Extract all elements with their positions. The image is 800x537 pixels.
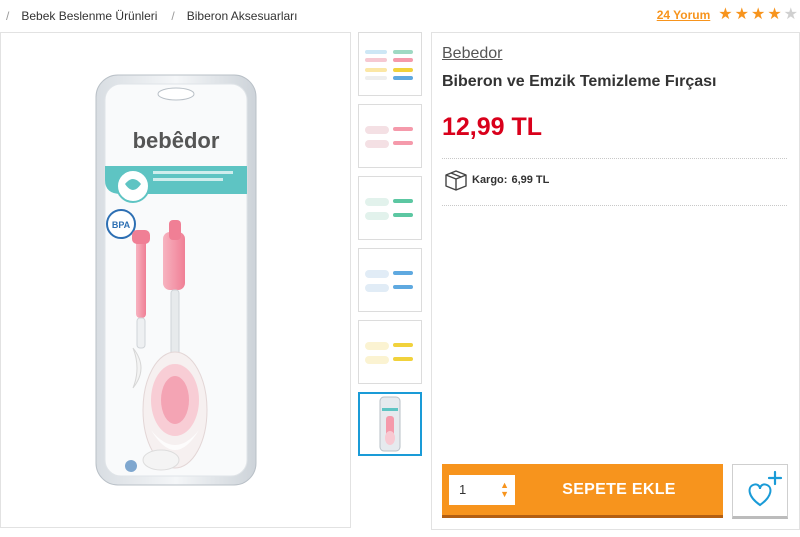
box-icon bbox=[445, 170, 467, 191]
heart-plus-icon bbox=[748, 470, 783, 507]
review-count-link[interactable]: 24 Yorum bbox=[657, 8, 711, 22]
star-icon: ★ bbox=[767, 6, 782, 23]
quantity-arrows: ▲ ▼ bbox=[500, 480, 509, 499]
star-icon: ★ bbox=[718, 6, 733, 23]
thumbnail-multi-color[interactable] bbox=[358, 32, 422, 96]
add-to-favorites-button[interactable] bbox=[732, 464, 788, 519]
thumbnail-pink[interactable] bbox=[358, 104, 422, 168]
thumbnail-yellow[interactable] bbox=[358, 320, 422, 384]
product-package-image: bebêdor BPA bbox=[95, 74, 256, 486]
thumbnail-blue[interactable] bbox=[358, 248, 422, 312]
breadcrumb-separator: / bbox=[171, 9, 175, 23]
breadcrumb: / Bebek Beslenme Ürünleri / Biberon Akse… bbox=[0, 0, 298, 32]
quantity-stepper: ▲ ▼ bbox=[449, 474, 515, 505]
breadcrumb-item-beslenme[interactable]: Bebek Beslenme Ürünleri bbox=[21, 9, 157, 23]
divider bbox=[442, 158, 787, 159]
thumbnail-green[interactable] bbox=[358, 176, 422, 240]
rating-stars: ★ ★ ★ ★ ★ bbox=[718, 7, 800, 23]
main-product-image[interactable]: bebêdor BPA bbox=[0, 32, 351, 528]
quantity-input[interactable] bbox=[459, 482, 489, 497]
add-to-cart-button[interactable]: SEPETE EKLE bbox=[515, 481, 723, 499]
brand-link[interactable]: Bebedor bbox=[442, 45, 503, 63]
product-info-panel: Bebedor Biberon ve Emzik Temizleme Fırça… bbox=[431, 32, 800, 530]
product-title: Biberon ve Emzik Temizleme Fırçası bbox=[442, 73, 717, 90]
divider bbox=[442, 205, 787, 206]
cargo-label: Kargo: bbox=[472, 174, 508, 186]
package-brand: bebêdor bbox=[132, 128, 219, 153]
thumbnail-strip bbox=[358, 32, 424, 464]
cargo-info: Kargo: 6,99 TL bbox=[444, 169, 549, 191]
star-empty-icon: ★ bbox=[783, 6, 798, 23]
star-icon: ★ bbox=[750, 6, 766, 23]
product-price: 12,99 TL bbox=[442, 113, 543, 141]
svg-text:BPA: BPA bbox=[111, 220, 130, 230]
add-to-cart-bar: ▲ ▼ SEPETE EKLE bbox=[442, 464, 723, 518]
review-summary: 24 Yorum ★ ★ ★ ★ ★ bbox=[657, 4, 800, 26]
star-icon: ★ bbox=[734, 6, 749, 23]
cargo-value: 6,99 TL bbox=[511, 174, 550, 186]
product-page: / Bebek Beslenme Ürünleri / Biberon Akse… bbox=[0, 0, 800, 537]
thumbnail-package[interactable] bbox=[358, 392, 422, 456]
quantity-down-icon[interactable]: ▼ bbox=[500, 489, 509, 499]
breadcrumb-item-aksesuar[interactable]: Biberon Aksesuarları bbox=[187, 9, 298, 23]
breadcrumb-separator: / bbox=[6, 9, 10, 23]
